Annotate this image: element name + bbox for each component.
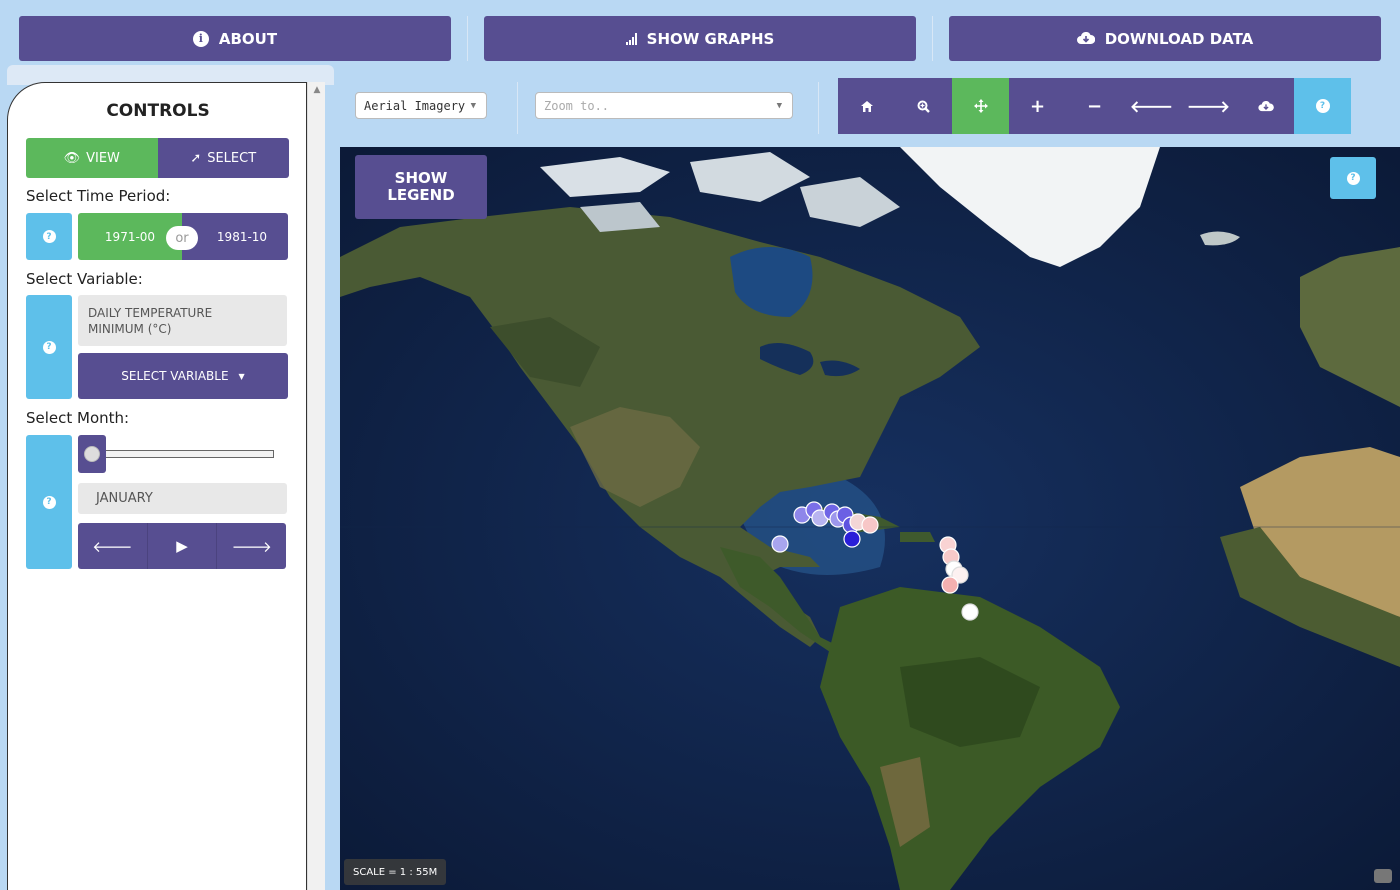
pan-icon bbox=[973, 99, 988, 113]
select-label: SELECT bbox=[207, 150, 257, 166]
arrow-right-icon: 🡒 bbox=[231, 537, 272, 556]
current-variable-field: DAILY TEMPERATURE MINIMUM (°C) bbox=[78, 295, 287, 346]
forward-button[interactable]: 🡒 bbox=[1180, 78, 1237, 134]
divider bbox=[932, 16, 933, 61]
controls-title: CONTROLS bbox=[106, 101, 210, 121]
zoom-to-placeholder: Zoom to.. bbox=[544, 98, 610, 113]
legend-line-2: LEGEND bbox=[387, 186, 455, 204]
month-playback-controls: 🡐 ▶ 🡒 bbox=[78, 523, 286, 569]
time-period-help-button[interactable]: ? bbox=[26, 213, 72, 260]
sidebar-scrollbar[interactable]: ▲ bbox=[307, 82, 325, 890]
help-icon: ? bbox=[42, 495, 56, 509]
current-month-field: JANUARY bbox=[78, 483, 287, 514]
arrow-left-icon: 🡐 bbox=[92, 537, 133, 556]
divider bbox=[818, 82, 819, 134]
variable-help-button[interactable]: ? bbox=[26, 295, 72, 399]
back-icon: 🡐 bbox=[1130, 97, 1173, 116]
select-variable-button[interactable]: SELECT VARIABLE ▼ bbox=[78, 353, 288, 399]
map-help-button[interactable]: ? bbox=[1330, 157, 1376, 199]
help-icon: ? bbox=[1346, 171, 1360, 185]
back-button[interactable]: 🡐 bbox=[1123, 78, 1180, 134]
variable-line-1: DAILY TEMPERATURE bbox=[88, 306, 213, 320]
mode-toggle: 👁 VIEW ➚ SELECT bbox=[26, 138, 289, 178]
zoom-in-icon: + bbox=[1029, 95, 1046, 117]
view-label: VIEW bbox=[86, 150, 120, 166]
help-icon: ? bbox=[42, 340, 56, 354]
help-icon: ? bbox=[42, 230, 56, 243]
bar-chart-icon bbox=[625, 32, 637, 45]
previous-month-button[interactable]: 🡐 bbox=[78, 523, 148, 569]
month-slider-knob[interactable] bbox=[84, 446, 100, 462]
scroll-up-icon[interactable]: ▲ bbox=[308, 82, 326, 98]
cloud-download-icon bbox=[1257, 100, 1274, 111]
zoom-in-button[interactable]: + bbox=[1009, 78, 1066, 134]
show-graphs-label: SHOW GRAPHS bbox=[646, 29, 775, 48]
eye-icon: 👁 bbox=[63, 150, 81, 166]
next-month-button[interactable]: 🡒 bbox=[217, 523, 286, 569]
divider bbox=[517, 82, 518, 134]
map-toolbar: + − 🡐 🡒 ? bbox=[838, 78, 1351, 134]
caret-down-icon: ▼ bbox=[470, 100, 476, 111]
download-data-label: DOWNLOAD DATA bbox=[1104, 29, 1254, 48]
about-label: ABOUT bbox=[218, 29, 278, 48]
period-b-label: 1981-10 bbox=[216, 229, 268, 244]
show-legend-button[interactable]: SHOW LEGEND bbox=[355, 155, 487, 219]
month-label: Select Month: bbox=[26, 409, 130, 427]
variable-line-2: MINIMUM (°C) bbox=[88, 322, 172, 336]
play-button[interactable]: ▶ bbox=[148, 523, 218, 569]
toolbar-help-button[interactable]: ? bbox=[1294, 78, 1351, 134]
home-button[interactable] bbox=[838, 78, 895, 134]
cloud-download-icon bbox=[1076, 32, 1095, 44]
scale-indicator: SCALE = 1 : 55M bbox=[344, 859, 447, 885]
map-view[interactable]: SHOW LEGEND ? SCALE = 1 : 55M bbox=[340, 147, 1400, 890]
divider bbox=[467, 16, 468, 61]
download-data-button[interactable]: DOWNLOAD DATA bbox=[949, 16, 1381, 61]
zoom-to-select[interactable]: Zoom to.. ▼ bbox=[535, 92, 793, 119]
or-badge: or bbox=[166, 226, 198, 250]
pointer-icon: ➚ bbox=[190, 150, 202, 166]
about-button[interactable]: i ABOUT bbox=[19, 16, 451, 61]
pan-button[interactable] bbox=[952, 78, 1009, 134]
legend-line-1: SHOW bbox=[394, 169, 448, 187]
info-icon: i bbox=[192, 30, 209, 47]
view-mode-button[interactable]: 👁 VIEW bbox=[26, 138, 158, 178]
cloud-download-button[interactable] bbox=[1237, 78, 1294, 134]
variable-label: Select Variable: bbox=[26, 270, 143, 288]
month-help-button[interactable]: ? bbox=[26, 435, 72, 569]
zoom-out-button[interactable]: − bbox=[1066, 78, 1123, 134]
zoom-extent-icon bbox=[917, 100, 930, 113]
zoom-out-icon: − bbox=[1086, 95, 1103, 117]
select-variable-label: SELECT VARIABLE bbox=[121, 369, 229, 383]
map-corner-control[interactable] bbox=[1374, 869, 1392, 883]
help-icon: ? bbox=[1315, 99, 1330, 113]
forward-icon: 🡒 bbox=[1187, 97, 1230, 116]
time-period-label: Select Time Period: bbox=[26, 187, 171, 205]
caret-down-icon: ▼ bbox=[776, 100, 782, 111]
home-icon bbox=[860, 100, 873, 112]
controls-panel: CONTROLS 👁 VIEW ➚ SELECT Select Time Per… bbox=[7, 82, 307, 890]
play-icon: ▶ bbox=[176, 537, 188, 555]
basemap-value: Aerial Imagery bbox=[364, 98, 466, 113]
caret-down-icon: ▼ bbox=[238, 371, 245, 381]
select-mode-button[interactable]: ➚ SELECT bbox=[157, 138, 289, 178]
basemap-select[interactable]: Aerial Imagery ▼ bbox=[355, 92, 487, 119]
period-a-label: 1971-00 bbox=[104, 229, 156, 244]
zoom-extent-button[interactable] bbox=[895, 78, 952, 134]
satellite-basemap bbox=[340, 147, 1400, 890]
show-graphs-button[interactable]: SHOW GRAPHS bbox=[484, 16, 916, 61]
month-slider-track[interactable] bbox=[104, 450, 274, 458]
